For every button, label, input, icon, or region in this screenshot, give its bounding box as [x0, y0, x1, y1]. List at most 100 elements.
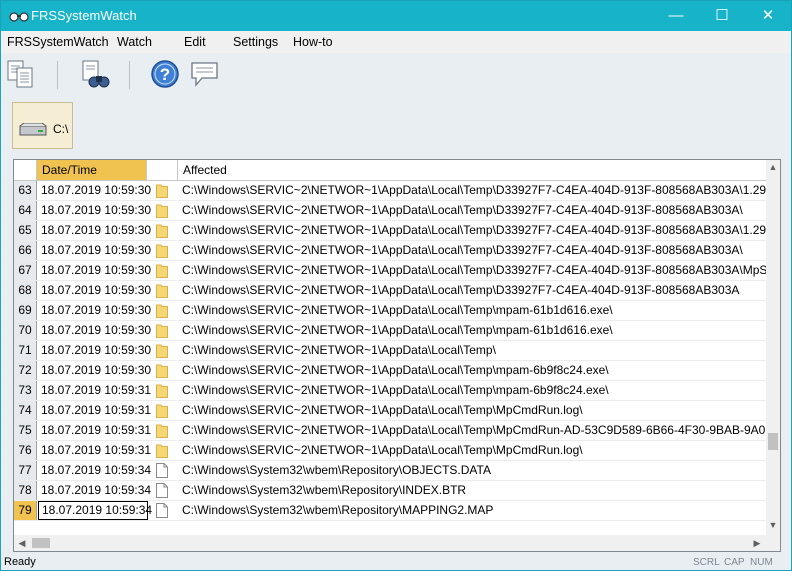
table-row[interactable]: 69 18.07.2019 10:59:30 C:\Windows\SERVIC~2…	[14, 301, 766, 321]
row-datetime[interactable]: 18.07.2019 10:59:34	[38, 481, 151, 500]
header-datetime[interactable]: Date/Time	[37, 160, 147, 180]
menu-frssystemwatch[interactable]: FRSSystemWatch	[7, 35, 109, 49]
scroll-left-arrow-icon[interactable]: ◀	[15, 538, 29, 549]
row-affected-path[interactable]: C:\Windows\SERVIC~2\NETWOR~1\AppData\Loc…	[182, 401, 583, 420]
row-affected-path[interactable]: C:\Windows\SERVIC~2\NETWOR~1\AppData\Loc…	[182, 421, 780, 440]
scroll-corner	[766, 535, 780, 551]
file-icon	[156, 503, 168, 518]
table-row[interactable]: 68 18.07.2019 10:59:30 C:\Windows\SERVIC~2…	[14, 281, 766, 301]
row-affected-path[interactable]: C:\Windows\SERVIC~2\NETWOR~1\AppData\Loc…	[182, 341, 496, 360]
help-icon[interactable]: ?	[149, 58, 181, 90]
table-row[interactable]: 73 18.07.2019 10:59:31 C:\Windows\SERVIC~2…	[14, 381, 766, 401]
row-affected-path[interactable]: C:\Windows\SERVIC~2\NETWOR~1\AppData\Loc…	[182, 301, 613, 320]
row-number: 70	[14, 321, 37, 340]
row-datetime[interactable]: 18.07.2019 10:59:31	[38, 401, 151, 420]
horizontal-scrollbar[interactable]: ◀ ▶	[14, 535, 766, 551]
table-row[interactable]: 77 18.07.2019 10:59:34 C:\Windows\System32…	[14, 461, 766, 481]
table-row[interactable]: 74 18.07.2019 10:59:31 C:\Windows\SERVIC~2…	[14, 401, 766, 421]
table-row[interactable]: 70 18.07.2019 10:59:30 C:\Windows\SERVIC~2…	[14, 321, 766, 341]
table-row[interactable]: 79 18.07.2019 10:59:34 C:\Windows\System32…	[14, 501, 766, 521]
row-datetime[interactable]: 18.07.2019 10:59:34	[38, 501, 152, 520]
row-number: 76	[14, 441, 37, 460]
header-affected[interactable]: Affected	[178, 160, 766, 180]
menu-watch[interactable]: Watch	[117, 35, 152, 49]
menu-bar: FRSSystemWatch Watch Edit Settings How-t…	[1, 31, 791, 53]
row-affected-path[interactable]: C:\Windows\SERVIC~2\NETWOR~1\AppData\Loc…	[182, 361, 609, 380]
row-datetime[interactable]: 18.07.2019 10:59:30	[38, 361, 151, 380]
table-row[interactable]: 66 18.07.2019 10:59:30 C:\Windows\SERVIC~2…	[14, 241, 766, 261]
row-datetime[interactable]: 18.07.2019 10:59:30	[38, 221, 151, 240]
row-datetime[interactable]: 18.07.2019 10:59:30	[38, 181, 151, 200]
row-affected-path[interactable]: C:\Windows\System32\wbem\Repository\OBJE…	[182, 461, 491, 480]
table-row[interactable]: 71 18.07.2019 10:59:30 C:\Windows\SERVIC~2…	[14, 341, 766, 361]
maximize-button[interactable]: ☐	[699, 1, 745, 31]
row-affected-path[interactable]: C:\Windows\System32\wbem\Repository\INDE…	[182, 481, 466, 500]
drive-c-button[interactable]: C:\	[12, 102, 73, 149]
row-number: 68	[14, 281, 37, 300]
row-affected-path[interactable]: C:\Windows\SERVIC~2\NETWOR~1\AppData\Loc…	[182, 261, 780, 280]
row-affected-path[interactable]: C:\Windows\SERVIC~2\NETWOR~1\AppData\Loc…	[182, 441, 583, 460]
row-number: 64	[14, 201, 37, 220]
folder-icon	[156, 444, 168, 458]
svg-text:?: ?	[160, 65, 170, 84]
file-icon	[156, 463, 168, 478]
table-row[interactable]: 64 18.07.2019 10:59:30 C:\Windows\SERVIC~2…	[14, 201, 766, 221]
row-datetime[interactable]: 18.07.2019 10:59:30	[38, 201, 151, 220]
toolbar: ?	[1, 53, 791, 95]
row-affected-path[interactable]: C:\Windows\SERVIC~2\NETWOR~1\AppData\Loc…	[182, 201, 743, 220]
folder-icon	[156, 264, 168, 278]
table-row[interactable]: 76 18.07.2019 10:59:31 C:\Windows\SERVIC~2…	[14, 441, 766, 461]
vertical-scroll-thumb[interactable]	[768, 433, 778, 450]
row-affected-path[interactable]: C:\Windows\System32\wbem\Repository\MAPP…	[182, 501, 493, 520]
comment-icon[interactable]	[189, 58, 221, 90]
row-affected-path[interactable]: C:\Windows\SERVIC~2\NETWOR~1\AppData\Loc…	[182, 181, 780, 200]
row-number: 79	[14, 501, 37, 520]
row-affected-path[interactable]: C:\Windows\SERVIC~2\NETWOR~1\AppData\Loc…	[182, 241, 743, 260]
row-datetime[interactable]: 18.07.2019 10:59:31	[38, 381, 151, 400]
row-datetime[interactable]: 18.07.2019 10:59:30	[38, 341, 151, 360]
row-number: 63	[14, 181, 37, 200]
table-row[interactable]: 67 18.07.2019 10:59:30 C:\Windows\SERVIC~2…	[14, 261, 780, 281]
table-row[interactable]: 63 18.07.2019 10:59:30 C:\Windows\SERVIC~2…	[14, 181, 780, 201]
row-datetime[interactable]: 18.07.2019 10:59:31	[38, 421, 151, 440]
drive-label: C:\	[53, 122, 69, 136]
folder-icon	[156, 184, 168, 198]
menu-settings[interactable]: Settings	[233, 35, 278, 49]
row-affected-path[interactable]: C:\Windows\SERVIC~2\NETWOR~1\AppData\Loc…	[182, 321, 613, 340]
title-bar[interactable]: FRSSystemWatch — ☐ ✕	[1, 1, 791, 31]
file-icon	[156, 483, 168, 498]
table-row[interactable]: 65 18.07.2019 10:59:30 C:\Windows\SERVIC~2…	[14, 221, 780, 241]
scroll-up-arrow-icon[interactable]: ▲	[766, 162, 780, 172]
row-affected-path[interactable]: C:\Windows\SERVIC~2\NETWOR~1\AppData\Loc…	[182, 221, 780, 240]
row-affected-path[interactable]: C:\Windows\SERVIC~2\NETWOR~1\AppData\Loc…	[182, 381, 609, 400]
row-datetime[interactable]: 18.07.2019 10:59:30	[38, 321, 151, 340]
header-icon[interactable]	[147, 160, 178, 180]
copy-icon[interactable]	[5, 58, 37, 90]
row-datetime[interactable]: 18.07.2019 10:59:30	[38, 241, 151, 260]
row-number: 73	[14, 381, 37, 400]
drive-icon	[19, 123, 47, 136]
scroll-right-arrow-icon[interactable]: ▶	[750, 538, 764, 549]
scroll-down-arrow-icon[interactable]: ▼	[766, 520, 780, 530]
row-datetime[interactable]: 18.07.2019 10:59:31	[38, 441, 151, 460]
folder-icon	[156, 364, 168, 378]
vertical-scrollbar[interactable]: ▲ ▼	[766, 160, 780, 535]
horizontal-scroll-thumb[interactable]	[32, 538, 50, 548]
row-datetime[interactable]: 18.07.2019 10:59:34	[38, 461, 151, 480]
grid-header: Date/Time Affected	[14, 160, 766, 181]
row-datetime[interactable]: 18.07.2019 10:59:30	[38, 281, 151, 300]
row-number: 67	[14, 261, 37, 280]
menu-edit[interactable]: Edit	[184, 35, 206, 49]
events-grid: Date/Time Affected 63 18.07.2019 10:59:30…	[13, 159, 781, 552]
row-datetime[interactable]: 18.07.2019 10:59:30	[38, 261, 151, 280]
menu-how-to[interactable]: How-to	[293, 35, 333, 49]
close-button[interactable]: ✕	[745, 1, 791, 31]
table-row[interactable]: 78 18.07.2019 10:59:34 C:\Windows\System32…	[14, 481, 766, 501]
minimize-button[interactable]: —	[653, 1, 699, 31]
table-row[interactable]: 72 18.07.2019 10:59:30 C:\Windows\SERVIC~2…	[14, 361, 766, 381]
table-row[interactable]: 75 18.07.2019 10:59:31 C:\Windows\SERVIC~2…	[14, 421, 780, 441]
row-affected-path[interactable]: C:\Windows\SERVIC~2\NETWOR~1\AppData\Loc…	[182, 281, 739, 300]
row-datetime[interactable]: 18.07.2019 10:59:30	[38, 301, 151, 320]
find-icon[interactable]	[79, 58, 111, 90]
folder-icon	[156, 244, 168, 258]
